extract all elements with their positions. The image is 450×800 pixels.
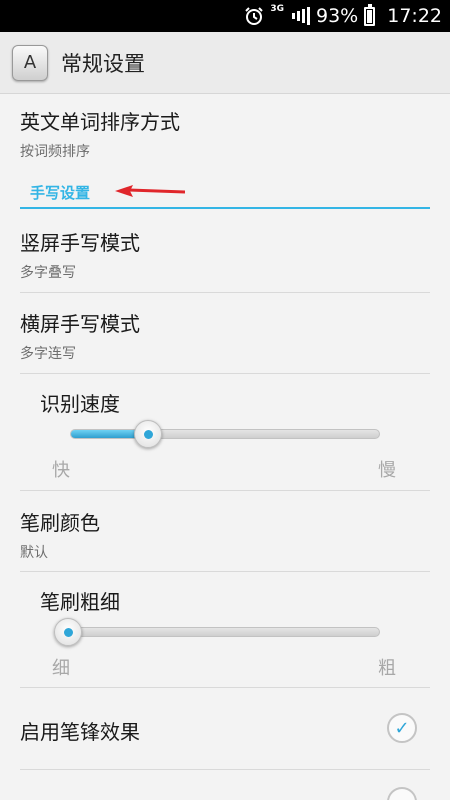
pref-summary: 默认 xyxy=(20,545,48,561)
divider xyxy=(20,571,430,572)
next-row-checkbox[interactable] xyxy=(387,787,417,800)
recognition-speed-slider[interactable] xyxy=(70,429,380,439)
checkmark-icon: ✓ xyxy=(394,717,410,739)
pref-portrait-mode[interactable]: 竖屏手写模式 多字叠写 xyxy=(20,227,430,282)
pref-sort-mode[interactable]: 英文单词排序方式 按词频排序 xyxy=(20,106,430,161)
slider-thumb[interactable] xyxy=(133,420,162,448)
pen-effect-checkbox[interactable]: ✓ xyxy=(387,713,417,743)
app-icon[interactable]: A xyxy=(12,44,48,81)
red-arrow-annotation xyxy=(115,185,185,197)
divider xyxy=(20,490,430,491)
pref-summary: 多字连写 xyxy=(20,346,76,362)
slider-max-label: 慢 xyxy=(378,460,396,481)
battery-percent: 93% xyxy=(316,5,359,27)
pref-title: 竖屏手写模式 xyxy=(20,231,140,255)
clock: 17:22 xyxy=(387,5,442,27)
divider xyxy=(20,769,430,770)
slider-max-label: 粗 xyxy=(378,658,396,679)
category-handwriting: 手写设置 xyxy=(30,184,91,202)
pref-pen-effect[interactable]: 启用笔锋效果 xyxy=(20,716,430,745)
page-title: 常规设置 xyxy=(61,51,145,76)
pref-summary: 多字叠写 xyxy=(20,265,76,281)
pref-title: 笔刷颜色 xyxy=(20,511,100,535)
signal-bars-icon xyxy=(292,7,310,25)
slider-label-brush-width: 笔刷粗细 xyxy=(40,590,120,614)
pref-summary: 按词频排序 xyxy=(20,144,90,160)
pref-title: 启用笔锋效果 xyxy=(20,720,140,744)
category-divider xyxy=(20,207,430,209)
pref-landscape-mode[interactable]: 横屏手写模式 多字连写 xyxy=(20,308,430,363)
slider-thumb[interactable] xyxy=(54,618,82,646)
pref-title: 英文单词排序方式 xyxy=(20,110,180,134)
slider-min-label: 快 xyxy=(52,460,70,481)
pref-brush-color[interactable]: 笔刷颜色 默认 xyxy=(20,507,430,562)
brush-width-slider[interactable] xyxy=(55,627,380,637)
app-icon-letter: A xyxy=(23,52,37,73)
alarm-clock-icon xyxy=(244,6,264,26)
divider xyxy=(20,687,430,688)
divider xyxy=(20,292,430,293)
slider-label-recognition-speed: 识别速度 xyxy=(40,392,120,416)
network-type: 3G xyxy=(270,4,284,14)
pref-title: 横屏手写模式 xyxy=(20,312,140,336)
status-bar: 3G 93% 17:22 xyxy=(0,0,450,32)
divider xyxy=(20,373,430,374)
slider-min-label: 细 xyxy=(52,658,70,679)
action-bar: A 常规设置 xyxy=(0,32,450,94)
battery-icon xyxy=(364,3,376,26)
